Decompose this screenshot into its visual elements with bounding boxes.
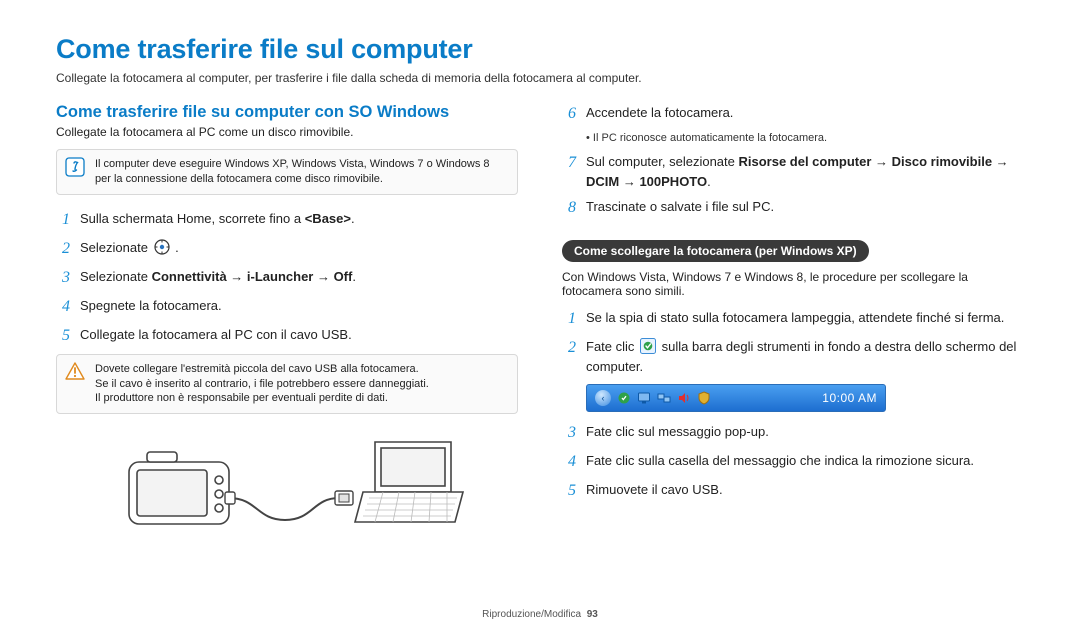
step-text: Collegate la fotocamera al PC con il cav… bbox=[80, 325, 518, 345]
step-number: 5 bbox=[562, 479, 576, 503]
steps-xp: 1 Se la spia di stato sulla fotocamera l… bbox=[562, 308, 1024, 376]
page-intro: Collegate la fotocamera al computer, per… bbox=[56, 71, 1024, 85]
footer-page-number: 93 bbox=[587, 609, 598, 620]
subsection-pill: Come scollegare la fotocamera (per Windo… bbox=[562, 240, 869, 262]
warning-text: Dovete collegare l'estremità piccola del… bbox=[95, 362, 429, 407]
step-text: Spegnete la fotocamera. bbox=[80, 296, 518, 316]
display-tray-icon bbox=[637, 391, 651, 405]
step-item: 4 Spegnete la fotocamera. bbox=[56, 296, 518, 319]
step-item: 2 Fate clic sulla barra degli strumenti … bbox=[562, 337, 1024, 376]
safely-remove-tray-icon bbox=[617, 391, 631, 405]
step-number: 1 bbox=[56, 208, 70, 232]
step-number: 3 bbox=[562, 421, 576, 445]
taskbar-clock: 10:00 AM bbox=[822, 391, 877, 405]
step-number: 1 bbox=[562, 307, 576, 331]
info-note-text: Il computer deve eseguire Windows XP, Wi… bbox=[95, 157, 507, 187]
two-column-layout: Come trasferire file su computer con SO … bbox=[56, 103, 1024, 538]
step-text: Rimuovete il cavo USB. bbox=[586, 480, 1024, 500]
step-text: Sul computer, selezionate Risorse del co… bbox=[586, 152, 1024, 191]
step-item: 6 Accendete la fotocamera. bbox=[562, 103, 1024, 126]
step-text: Fate clic sulla barra degli strumenti in… bbox=[586, 337, 1024, 376]
safely-remove-icon bbox=[640, 338, 656, 354]
steps-left: 1 Sulla schermata Home, scorrete fino a … bbox=[56, 209, 518, 348]
step-text: Se la spia di stato sulla fotocamera lam… bbox=[586, 308, 1024, 328]
step-number: 4 bbox=[562, 450, 576, 474]
step-number: 4 bbox=[56, 295, 70, 319]
step-number: 6 bbox=[562, 102, 576, 126]
step-text: Sulla schermata Home, scorrete fino a <B… bbox=[80, 209, 518, 229]
step-item: 4 Fate clic sulla casella del messaggio … bbox=[562, 451, 1024, 474]
step-number: 3 bbox=[56, 266, 70, 290]
substep-text: Il PC riconosce automaticamente la fotoc… bbox=[586, 132, 1024, 144]
right-column: 6 Accendete la fotocamera. Il PC riconos… bbox=[562, 103, 1024, 538]
tray-expand-icon: ‹ bbox=[595, 390, 611, 406]
camera-laptop-illustration bbox=[56, 428, 518, 538]
step-item: 2 Selezionate . bbox=[56, 238, 518, 261]
page-footer: Riproduzione/Modifica 93 bbox=[0, 609, 1080, 620]
step-number: 2 bbox=[56, 237, 70, 261]
warning-icon bbox=[65, 362, 85, 385]
settings-ring-icon bbox=[154, 239, 170, 255]
network-tray-icon bbox=[657, 391, 671, 405]
step-text: Trascinate o salvate i file sul PC. bbox=[586, 197, 1024, 217]
section-desc: Collegate la fotocamera al PC come un di… bbox=[56, 125, 518, 139]
step-text: Fate clic sulla casella del messaggio ch… bbox=[586, 451, 1024, 471]
step-number: 5 bbox=[56, 324, 70, 348]
step-item: 3 Selezionate Connettività → i-Launcher … bbox=[56, 267, 518, 290]
info-note: Il computer deve eseguire Windows XP, Wi… bbox=[56, 149, 518, 195]
step-item: 8 Trascinate o salvate i file sul PC. bbox=[562, 197, 1024, 220]
warning-note: Dovete collegare l'estremità piccola del… bbox=[56, 354, 518, 415]
step-item: 3 Fate clic sul messaggio pop-up. bbox=[562, 422, 1024, 445]
info-icon bbox=[65, 157, 85, 182]
steps-xp-2: 3 Fate clic sul messaggio pop-up. 4 Fate… bbox=[562, 422, 1024, 503]
page-title: Come trasferire file sul computer bbox=[56, 34, 1024, 65]
footer-section: Riproduzione/Modifica bbox=[482, 609, 581, 620]
step-text: Selezionate . bbox=[80, 238, 518, 258]
steps-right-top-2: 7 Sul computer, selezionate Risorse del … bbox=[562, 152, 1024, 220]
manual-page: Come trasferire file sul computer Colleg… bbox=[0, 0, 1080, 630]
windows-taskbar-tray: ‹ 10:00 AM bbox=[586, 384, 886, 412]
step-item: 5 Collegate la fotocamera al PC con il c… bbox=[56, 325, 518, 348]
volume-tray-icon bbox=[677, 391, 691, 405]
step-text: Selezionate Connettività → i-Launcher → … bbox=[80, 267, 518, 287]
step-number: 2 bbox=[562, 336, 576, 360]
step-item: 1 Sulla schermata Home, scorrete fino a … bbox=[56, 209, 518, 232]
step-text: Accendete la fotocamera. bbox=[586, 103, 1024, 123]
step-item: 5 Rimuovete il cavo USB. bbox=[562, 480, 1024, 503]
step-item: 7 Sul computer, selezionate Risorse del … bbox=[562, 152, 1024, 191]
steps-right-top: 6 Accendete la fotocamera. bbox=[562, 103, 1024, 126]
left-column: Come trasferire file su computer con SO … bbox=[56, 103, 518, 538]
step-number: 7 bbox=[562, 151, 576, 175]
step-text: Fate clic sul messaggio pop-up. bbox=[586, 422, 1024, 442]
section-subtitle: Come trasferire file su computer con SO … bbox=[56, 103, 518, 122]
pill-desc: Con Windows Vista, Windows 7 e Windows 8… bbox=[562, 270, 1024, 298]
step-item: 1 Se la spia di stato sulla fotocamera l… bbox=[562, 308, 1024, 331]
shield-tray-icon bbox=[697, 391, 711, 405]
step-number: 8 bbox=[562, 196, 576, 220]
